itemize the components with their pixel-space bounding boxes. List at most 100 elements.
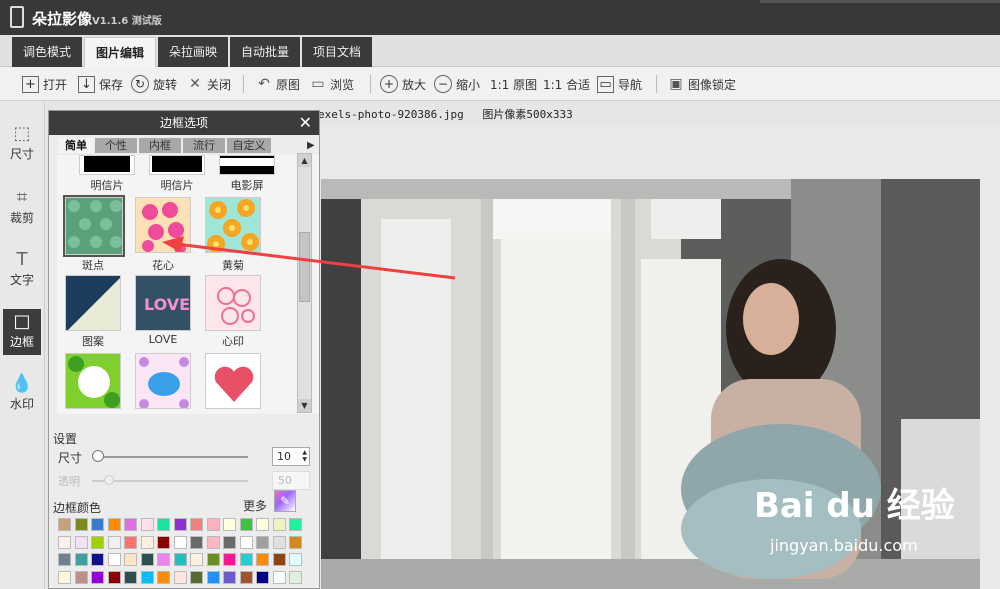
- size-slider-handle[interactable]: [92, 450, 104, 462]
- zoom-in-button[interactable]: + 放大: [380, 73, 426, 95]
- color-swatch[interactable]: [157, 570, 170, 584]
- color-swatch[interactable]: [124, 553, 137, 566]
- color-swatch[interactable]: [272, 553, 286, 566]
- subtab-personal[interactable]: 个性: [95, 138, 137, 153]
- tab-project-docs[interactable]: 项目文档: [302, 37, 372, 67]
- thumb-blue-cloud[interactable]: [135, 353, 191, 409]
- tab-auto-batch[interactable]: 自动批量: [230, 37, 300, 67]
- color-swatch[interactable]: [107, 535, 121, 549]
- color-swatch[interactable]: [223, 518, 236, 531]
- color-swatch[interactable]: [107, 518, 121, 531]
- color-swatch[interactable]: [157, 535, 170, 549]
- color-swatch[interactable]: [91, 518, 104, 531]
- color-swatch[interactable]: [206, 535, 220, 549]
- browse-button[interactable]: ▭ 浏览: [310, 73, 354, 95]
- more-colors-link[interactable]: 更多: [243, 497, 267, 514]
- subtab-popular[interactable]: 流行: [183, 138, 225, 153]
- thumb-film-screen[interactable]: [219, 155, 275, 175]
- original-button[interactable]: ↶ 原图: [256, 73, 300, 95]
- color-swatch[interactable]: [206, 570, 220, 584]
- subtab-custom[interactable]: 自定义: [227, 138, 271, 153]
- color-swatch[interactable]: [190, 570, 203, 584]
- thumb-polka-dots[interactable]: [63, 195, 125, 257]
- color-swatch[interactable]: [107, 553, 121, 566]
- color-swatch[interactable]: [58, 553, 71, 566]
- sidebar-item-crop[interactable]: ⌗ 裁剪: [3, 187, 41, 226]
- color-swatch[interactable]: [58, 535, 71, 549]
- color-swatch[interactable]: [239, 535, 253, 549]
- color-swatch[interactable]: [190, 553, 203, 566]
- sidebar-item-text[interactable]: T 文字: [3, 249, 41, 288]
- color-swatch[interactable]: [256, 553, 269, 566]
- color-swatch[interactable]: [140, 570, 154, 584]
- scroll-up-icon[interactable]: ▲: [298, 154, 311, 167]
- color-swatch[interactable]: [289, 535, 302, 549]
- color-swatch[interactable]: [58, 518, 71, 531]
- color-swatch[interactable]: [140, 518, 154, 531]
- size-stepper[interactable]: 10 ▲ ▼: [272, 447, 310, 466]
- sidebar-item-watermark[interactable]: 💧 水印: [3, 373, 41, 412]
- color-swatch[interactable]: [173, 553, 187, 566]
- color-swatch[interactable]: [256, 535, 269, 549]
- navigator-button[interactable]: ▭ 导航: [597, 73, 642, 95]
- color-swatch[interactable]: [272, 535, 286, 549]
- color-swatch[interactable]: [206, 518, 220, 531]
- stepper-arrows-icon[interactable]: ▲ ▼: [302, 449, 307, 463]
- color-swatch[interactable]: [74, 518, 88, 531]
- color-swatch[interactable]: [239, 553, 253, 566]
- tab-color-mode[interactable]: 调色模式: [12, 37, 82, 67]
- close-button[interactable]: ✕ 关闭: [187, 73, 231, 95]
- actual-size-button[interactable]: 1:1 原图: [490, 73, 537, 95]
- color-swatch[interactable]: [58, 570, 71, 584]
- color-swatch[interactable]: [74, 570, 88, 584]
- tab-image-edit[interactable]: 图片编辑: [84, 37, 156, 67]
- color-swatch[interactable]: [74, 553, 88, 566]
- scroll-down-icon[interactable]: ▼: [298, 399, 311, 412]
- thumb-leaves[interactable]: [65, 353, 121, 409]
- color-swatch[interactable]: [206, 553, 220, 566]
- color-swatch[interactable]: [124, 518, 137, 531]
- zoom-out-button[interactable]: − 缩小: [434, 73, 480, 95]
- dialog-close-icon[interactable]: ✕: [299, 113, 312, 133]
- color-swatch[interactable]: [272, 570, 286, 584]
- subtab-simple[interactable]: 简单: [59, 138, 93, 153]
- save-button[interactable]: ↓ 保存: [78, 73, 123, 95]
- color-swatch[interactable]: [256, 570, 269, 584]
- tab-dora-show[interactable]: 朵拉画映: [158, 37, 228, 67]
- color-swatch[interactable]: [140, 535, 154, 549]
- color-swatch[interactable]: [272, 518, 286, 531]
- sidebar-item-frame[interactable]: □ 边框: [3, 309, 41, 355]
- color-swatch[interactable]: [91, 553, 104, 566]
- size-slider-track[interactable]: [92, 456, 248, 458]
- color-swatch[interactable]: [157, 553, 170, 566]
- color-swatch[interactable]: [239, 570, 253, 584]
- fit-button[interactable]: 1:1 合适: [543, 73, 590, 95]
- thumb-pattern[interactable]: [65, 275, 121, 331]
- color-swatch[interactable]: [107, 570, 121, 584]
- color-swatch[interactable]: [74, 535, 88, 549]
- color-swatch[interactable]: [289, 518, 302, 531]
- color-swatch[interactable]: [289, 570, 302, 584]
- color-swatch[interactable]: [140, 553, 154, 566]
- color-swatch[interactable]: [124, 570, 137, 584]
- color-swatch[interactable]: [223, 553, 236, 566]
- color-swatch[interactable]: [223, 535, 236, 549]
- thumb-red-heart[interactable]: [205, 353, 261, 409]
- color-picker-icon[interactable]: ✎: [274, 490, 296, 512]
- color-swatch[interactable]: [239, 518, 253, 531]
- color-swatch[interactable]: [91, 570, 104, 584]
- thumb-postcard-2[interactable]: [149, 155, 205, 175]
- color-swatch[interactable]: [289, 553, 302, 566]
- open-button[interactable]: + 打开: [22, 73, 67, 95]
- color-swatch[interactable]: [157, 518, 170, 531]
- rotate-button[interactable]: ↻ 旋转: [131, 73, 177, 95]
- color-swatch[interactable]: [173, 518, 187, 531]
- color-swatch[interactable]: [124, 535, 137, 549]
- lock-image-button[interactable]: ▣ 图像锁定: [668, 73, 736, 95]
- color-swatch[interactable]: [173, 535, 187, 549]
- color-swatch[interactable]: [173, 570, 187, 584]
- tab-scroll-right-icon[interactable]: ▶: [307, 140, 315, 151]
- thumb-postcard-1[interactable]: [79, 155, 135, 175]
- color-swatch[interactable]: [190, 518, 203, 531]
- color-swatch[interactable]: [256, 518, 269, 531]
